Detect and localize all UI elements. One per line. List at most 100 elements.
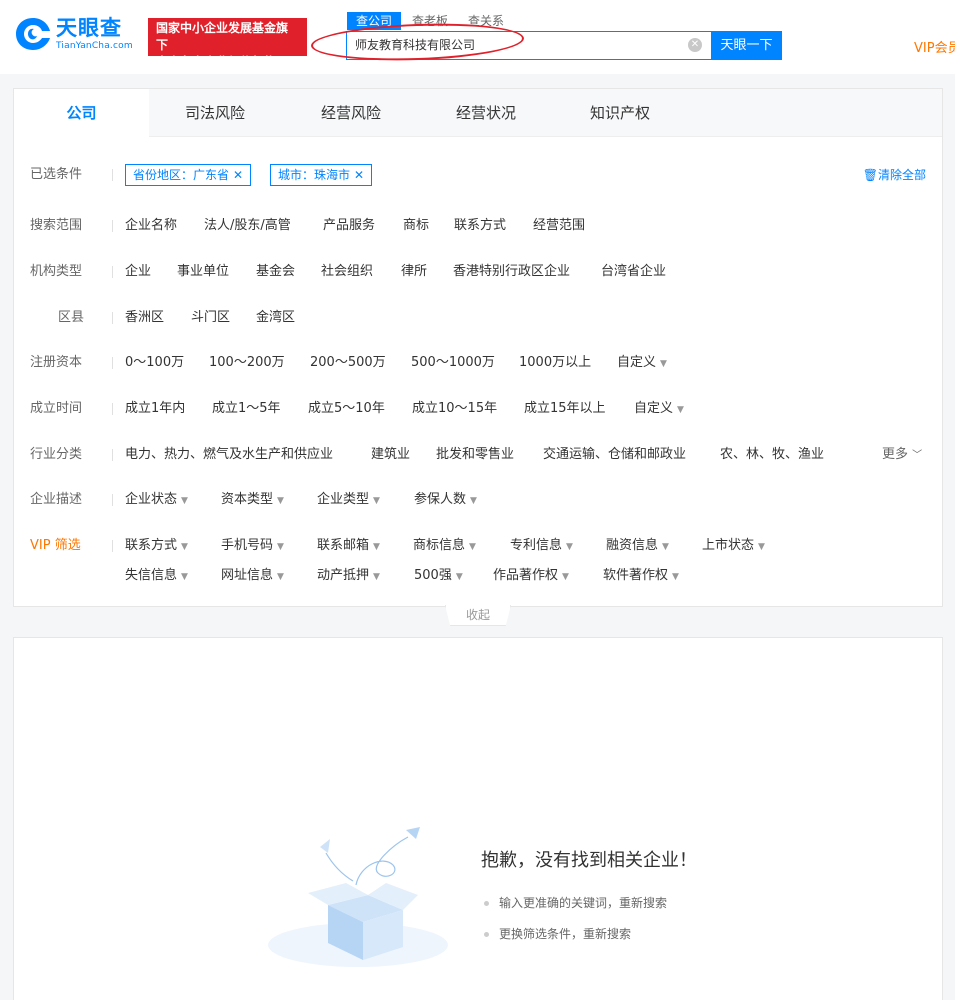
dropdown-vip-trademark[interactable]: 商标信息 ▼ (413, 535, 476, 558)
option-xiangzhou[interactable]: 香洲区 (125, 307, 164, 329)
dropdown-vip-contact[interactable]: 联系方式 ▼ (125, 535, 188, 558)
row-capital: 注册资本 0～100万 100～200万 200～500万 500～1000万 … (14, 352, 942, 374)
option-jinwan[interactable]: 金湾区 (256, 307, 295, 329)
option-capital-2[interactable]: 100～200万 (209, 352, 285, 374)
search-input[interactable] (355, 32, 675, 59)
option-founded-1[interactable]: 成立1年内 (125, 398, 185, 420)
option-law-firm[interactable]: 律所 (401, 261, 427, 283)
option-founded-4[interactable]: 成立10～15年 (412, 398, 497, 420)
dropdown-vip-phone[interactable]: 手机号码 ▼ (221, 535, 284, 558)
dropdown-capital-type[interactable]: 资本类型 ▼ (221, 489, 284, 512)
option-hk-enterprise[interactable]: 香港特别行政区企业 (453, 261, 570, 283)
option-capital-3[interactable]: 200～500万 (310, 352, 386, 374)
empty-tip-2: 更换筛选条件，重新搜索 (484, 925, 631, 942)
dropdown-vip-top500[interactable]: 500强 ▼ (414, 565, 463, 588)
row-label: 成立时间 (30, 401, 83, 416)
collapse-button[interactable]: 收起 (445, 605, 511, 626)
option-industry-4[interactable]: 交通运输、仓储和邮政业 (543, 444, 686, 466)
option-products[interactable]: 产品服务 (323, 215, 375, 237)
dropdown-vip-website[interactable]: 网址信息 ▼ (221, 565, 284, 588)
option-company-name[interactable]: 企业名称 (125, 215, 177, 237)
more-button[interactable]: 更多 ﹀ (882, 444, 922, 467)
empty-tip-1: 输入更准确的关键词，重新搜索 (484, 894, 667, 911)
vip-member-link[interactable]: VIP会员 (914, 37, 955, 56)
caret-down-icon: ▼ (566, 542, 573, 552)
option-industry-5[interactable]: 农、林、牧、渔业 (720, 444, 824, 466)
option-foundation[interactable]: 基金会 (256, 261, 295, 283)
option-label: 作品著作权 (493, 568, 559, 583)
clear-search-icon[interactable]: ✕ (688, 38, 702, 52)
option-capital-5[interactable]: 1000万以上 (519, 352, 591, 374)
option-founded-2[interactable]: 成立1～5年 (212, 398, 281, 420)
option-label: 上市状态 (702, 538, 755, 553)
option-enterprise[interactable]: 企业 (125, 261, 151, 283)
tab-judicial-risk[interactable]: 司法风险 (175, 89, 255, 137)
tab-operation-status[interactable]: 经营状况 (446, 89, 526, 137)
option-label: 企业状态 (125, 492, 178, 507)
chip-city[interactable]: 城市：珠海市 ✕ (270, 164, 373, 186)
promo-banner[interactable]: 国家中小企业发展基金旗下 官方备案企业征信机构 (148, 18, 307, 69)
search-tab-boss[interactable]: 查老板 (403, 12, 457, 30)
dropdown-vip-software-copyright[interactable]: 软件著作权 ▼ (603, 565, 679, 588)
option-business-scope[interactable]: 经营范围 (533, 215, 585, 237)
dropdown-vip-listing[interactable]: 上市状态 ▼ (702, 535, 765, 558)
promo-line-1: 国家中小企业发展基金旗下 (156, 21, 289, 52)
option-tw-enterprise[interactable]: 台湾省企业 (601, 261, 666, 283)
site-logo[interactable]: 天眼查 TianYanCha.com (14, 14, 139, 54)
search-tab-company[interactable]: 查公司 (347, 12, 402, 30)
caret-down-icon: ▼ (672, 572, 679, 582)
search-type-tabs: 查公司 查老板 查关系 (347, 12, 515, 30)
option-capital-custom[interactable]: 自定义 ▼ (617, 352, 667, 375)
dropdown-vip-financing[interactable]: 融资信息 ▼ (606, 535, 669, 558)
tip-text: 更换筛选条件，重新搜索 (499, 927, 632, 941)
option-industry-1[interactable]: 电力、热力、燃气及水生产和供应业 (125, 444, 333, 466)
option-industry-2[interactable]: 建筑业 (371, 444, 410, 466)
clear-all-button[interactable]: 🗑清除全部 (863, 164, 926, 186)
option-legal-person[interactable]: 法人/股东/高管 (204, 215, 291, 237)
more-label: 更多 (882, 447, 909, 462)
search-button[interactable]: 天眼一下 (711, 31, 782, 60)
row-label: 行业分类 (30, 447, 83, 462)
chip-label: 省份地区：广东省 (133, 168, 230, 182)
option-institution[interactable]: 事业单位 (177, 261, 229, 283)
row-divider (112, 169, 113, 181)
tab-operation-risk[interactable]: 经营风险 (311, 89, 391, 137)
dropdown-vip-email[interactable]: 联系邮箱 ▼ (317, 535, 380, 558)
tab-ip[interactable]: 知识产权 (580, 89, 660, 137)
tab-company[interactable]: 公司 (14, 89, 149, 138)
dropdown-insured[interactable]: 参保人数 ▼ (414, 489, 477, 512)
dropdown-vip-patent[interactable]: 专利信息 ▼ (510, 535, 573, 558)
chip-close-icon[interactable]: ✕ (354, 168, 364, 182)
option-trademark[interactable]: 商标 (403, 215, 429, 237)
option-capital-1[interactable]: 0～100万 (125, 352, 184, 374)
dropdown-vip-works-copyright[interactable]: 作品著作权 ▼ (493, 565, 569, 588)
dropdown-vip-dishonest[interactable]: 失信信息 ▼ (125, 565, 188, 588)
tip-text: 输入更准确的关键词，重新搜索 (499, 896, 668, 910)
option-label: 网址信息 (221, 568, 274, 583)
option-social-org[interactable]: 社会组织 (321, 261, 373, 283)
option-contact[interactable]: 联系方式 (454, 215, 506, 237)
chip-close-icon[interactable]: ✕ (233, 168, 243, 182)
option-founded-5[interactable]: 成立15年以上 (524, 398, 606, 420)
search-tab-relation[interactable]: 查关系 (459, 12, 513, 30)
logo-subtext: TianYanCha.com (56, 41, 133, 51)
option-industry-3[interactable]: 批发和零售业 (436, 444, 514, 466)
dropdown-company-type[interactable]: 企业类型 ▼ (317, 489, 380, 512)
row-divider (112, 357, 113, 369)
caret-down-icon: ▼ (660, 359, 667, 369)
row-vip-1: VIP 筛选 联系方式 ▼ 手机号码 ▼ 联系邮箱 ▼ 商标信息 ▼ 专利信息 ▼ 融资信… (14, 535, 942, 557)
option-founded-3[interactable]: 成立5～10年 (308, 398, 385, 420)
row-label: 机构类型 (30, 264, 83, 279)
chip-label: 城市：珠海市 (278, 168, 351, 182)
option-capital-4[interactable]: 500～1000万 (411, 352, 495, 374)
dropdown-status[interactable]: 企业状态 ▼ (125, 489, 188, 512)
dropdown-vip-mortgage[interactable]: 动产抵押 ▼ (317, 565, 380, 588)
result-panel: 抱歉，没有找到相关企业！ 输入更准确的关键词，重新搜索 更换筛选条件，重新搜索 (13, 637, 943, 1000)
row-org-type: 机构类型 企业 事业单位 基金会 社会组织 律所 香港特别行政区企业 台湾省企业 (14, 261, 942, 283)
caret-down-icon: ▼ (562, 572, 569, 582)
row-scope: 搜索范围 企业名称 法人/股东/高管 产品服务 商标 联系方式 经营范围 (14, 215, 942, 237)
option-founded-custom[interactable]: 自定义 ▼ (634, 398, 684, 421)
option-doumen[interactable]: 斗门区 (191, 307, 230, 329)
chip-province[interactable]: 省份地区：广东省 ✕ (125, 164, 252, 186)
caret-down-icon: ▼ (470, 496, 477, 506)
